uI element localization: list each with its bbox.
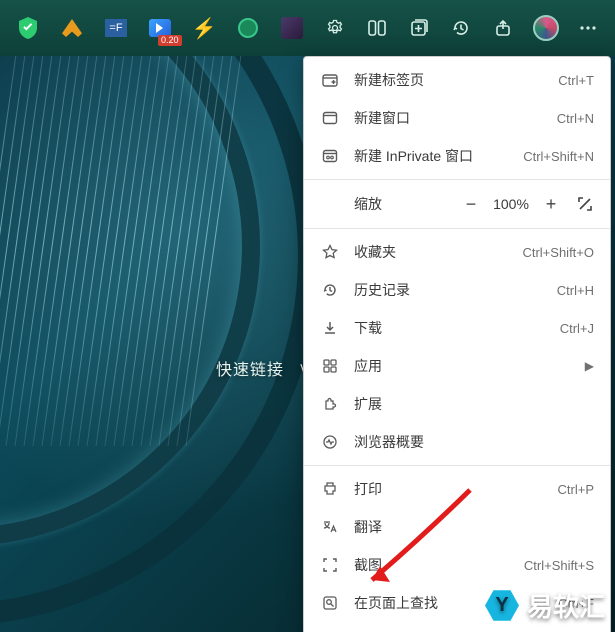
find-icon <box>318 595 342 611</box>
menu-item-label: 打印 <box>342 479 558 499</box>
fullscreen-icon <box>577 196 593 212</box>
menu-browser-essentials[interactable]: 浏览器概要 <box>304 423 610 461</box>
minus-icon: − <box>466 194 477 215</box>
menu-screenshot[interactable]: 截图 Ctrl+Shift+S <box>304 546 610 584</box>
ext-avatar-button[interactable] <box>270 6 314 50</box>
menu-item-accel: Ctrl+Shift+O <box>522 245 594 260</box>
menu-item-label: 收藏夹 <box>342 242 522 262</box>
gear-outline-icon <box>325 18 345 38</box>
menu-item-accel: Ctrl+T <box>558 73 594 88</box>
menu-separator <box>304 228 610 229</box>
profile-avatar-icon <box>533 15 559 41</box>
zoom-label: 缩放 <box>342 194 454 214</box>
menu-item-label: 截图 <box>342 555 524 575</box>
menu-item-label: 浏览器概要 <box>342 432 594 452</box>
menu-separator <box>304 465 610 466</box>
menu-item-accel: Ctrl+N <box>557 111 594 126</box>
menu-item-label: 历史记录 <box>342 280 557 300</box>
menu-downloads[interactable]: 下载 Ctrl+J <box>304 309 610 347</box>
toolbar-history-button[interactable] <box>440 6 482 50</box>
browser-main-menu: 新建标签页 Ctrl+T 新建窗口 Ctrl+N 新建 InPrivate 窗口… <box>303 56 611 632</box>
watermark-text: 易软汇 <box>527 587 605 624</box>
menu-item-label: 下载 <box>342 318 560 338</box>
pulse-icon <box>318 434 342 450</box>
menu-item-accel: Ctrl+P <box>558 482 594 497</box>
zoom-out-button[interactable]: − <box>454 189 488 219</box>
collections-icon <box>409 18 429 38</box>
menu-item-label: 扩展 <box>342 394 594 414</box>
bolt-icon: ⚡ <box>192 16 217 41</box>
toolbar-share-button[interactable] <box>483 6 525 50</box>
menu-item-accel: Ctrl+H <box>557 283 594 298</box>
ext-shield-button[interactable] <box>6 6 50 50</box>
toolbar-collections-button[interactable] <box>398 6 440 50</box>
green-circle-icon <box>238 18 258 38</box>
menu-item-label: 新建窗口 <box>342 108 557 128</box>
menu-zoom-row: 缩放 − 100% + <box>304 184 610 224</box>
screenshot-icon <box>318 557 342 573</box>
printer-icon <box>318 481 342 497</box>
fullscreen-button[interactable] <box>568 189 602 219</box>
harp-artwork <box>0 56 320 632</box>
puzzle-icon <box>318 396 342 412</box>
clock-icon <box>318 282 342 298</box>
apps-icon <box>318 358 342 374</box>
share-icon <box>494 18 514 38</box>
toolbar-more-button[interactable] <box>567 6 609 50</box>
zoom-in-button[interactable]: + <box>534 189 568 219</box>
avatar-square-icon <box>281 17 303 39</box>
extension-icons: =F 0.20 ⚡ <box>6 6 314 50</box>
ext-equals-button[interactable]: =F <box>94 6 138 50</box>
watermark: Y 易软汇 <box>485 587 605 624</box>
inprivate-icon <box>318 148 342 164</box>
plus-icon: + <box>546 194 557 215</box>
shield-icon <box>17 17 39 39</box>
menu-item-label: 新建标签页 <box>342 70 558 90</box>
menu-item-label: 新建 InPrivate 窗口 <box>342 146 523 166</box>
toolbar-profile-button[interactable] <box>525 6 567 50</box>
quick-links-header[interactable]: 快速链接 ˅ <box>216 356 310 380</box>
menu-item-label: 翻译 <box>342 517 594 537</box>
history-icon <box>451 18 471 38</box>
ext-fox-button[interactable] <box>50 6 94 50</box>
toolbar-settings-button[interactable] <box>314 6 356 50</box>
split-screen-icon <box>368 19 386 37</box>
menu-separator <box>304 179 610 180</box>
toolbar-sidebar-button[interactable] <box>356 6 398 50</box>
ellipsis-icon <box>579 19 597 37</box>
menu-favorites[interactable]: 收藏夹 Ctrl+Shift+O <box>304 233 610 271</box>
equals-icon: =F <box>105 19 127 37</box>
fox-icon <box>62 19 82 37</box>
submenu-arrow-icon: ▶ <box>585 359 594 373</box>
menu-item-accel: Ctrl+Shift+S <box>524 558 594 573</box>
menu-print[interactable]: 打印 Ctrl+P <box>304 470 610 508</box>
browser-toolbar: =F 0.20 ⚡ <box>0 0 615 56</box>
star-icon <box>318 244 342 260</box>
menu-item-accel: Ctrl+Shift+N <box>523 149 594 164</box>
menu-item-label: 应用 <box>342 356 585 376</box>
ext-bolt-button[interactable]: ⚡ <box>182 6 226 50</box>
window-icon <box>318 110 342 126</box>
menu-new-tab[interactable]: 新建标签页 Ctrl+T <box>304 61 610 99</box>
menu-new-inprivate[interactable]: 新建 InPrivate 窗口 Ctrl+Shift+N <box>304 137 610 175</box>
menu-new-window[interactable]: 新建窗口 Ctrl+N <box>304 99 610 137</box>
download-icon <box>318 320 342 336</box>
menu-translate[interactable]: 翻译 <box>304 508 610 546</box>
translate-icon <box>318 519 342 535</box>
zoom-percentage: 100% <box>488 196 534 212</box>
menu-history[interactable]: 历史记录 Ctrl+H <box>304 271 610 309</box>
quick-links-label: 快速链接 <box>216 362 284 379</box>
new-tab-icon <box>318 72 342 88</box>
menu-apps[interactable]: 应用 ▶ <box>304 347 610 385</box>
menu-extensions[interactable]: 扩展 <box>304 385 610 423</box>
play-badge: 0.20 <box>158 35 182 46</box>
watermark-logo-icon: Y <box>485 589 519 623</box>
menu-item-accel: Ctrl+J <box>560 321 594 336</box>
ext-green-button[interactable] <box>226 6 270 50</box>
ext-play-button[interactable]: 0.20 <box>138 6 182 50</box>
